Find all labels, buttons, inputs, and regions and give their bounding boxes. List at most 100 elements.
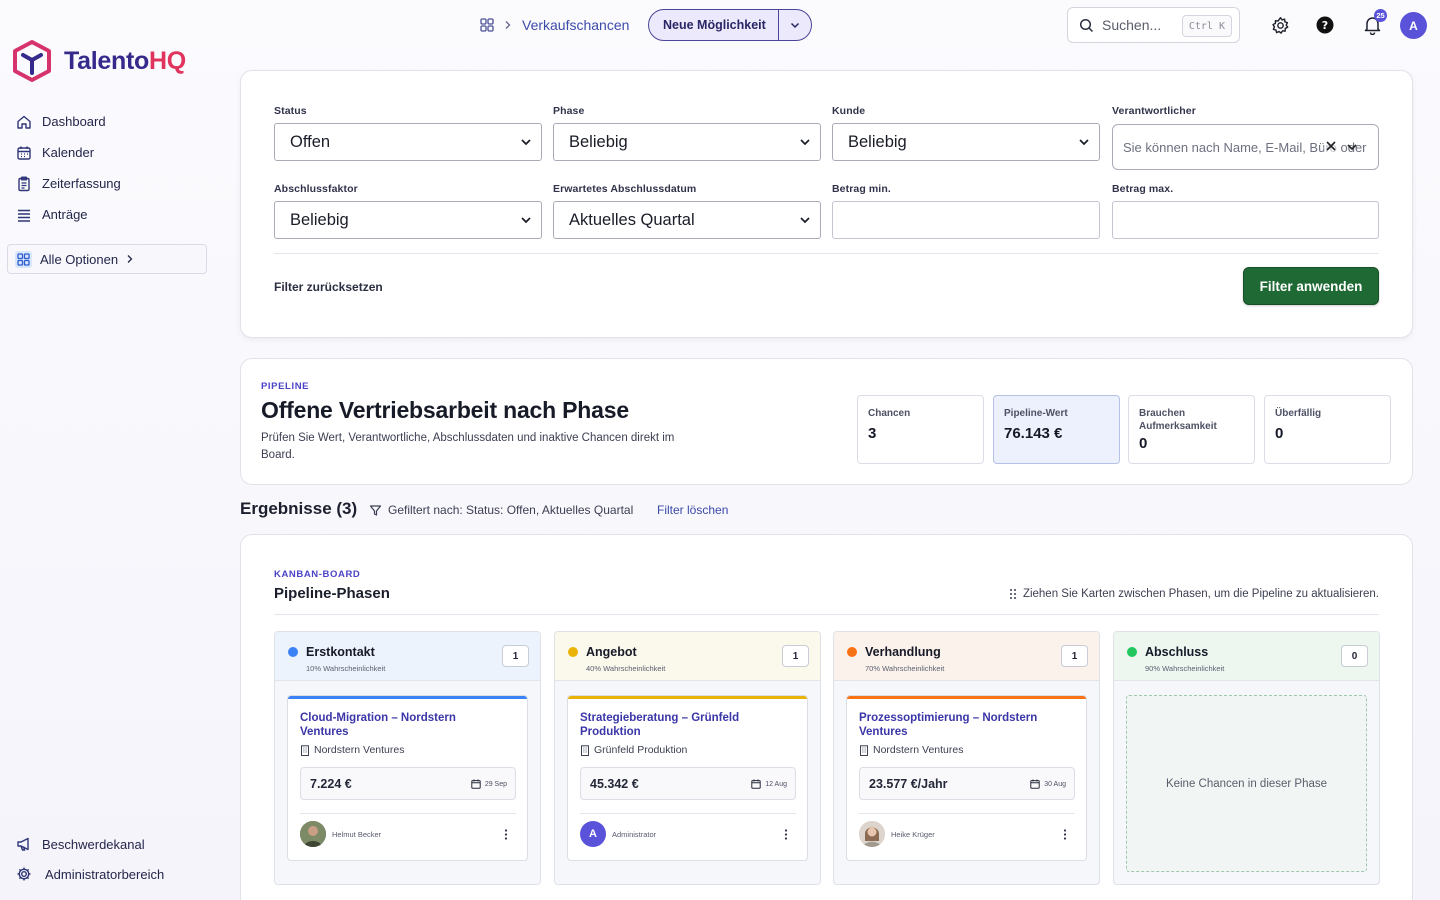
stat-pipeline-wert[interactable]: Pipeline-Wert 76.143 € — [993, 395, 1120, 464]
stat-brauchen-aufmerksamkeit[interactable]: Brauchen Aufmerksamkeit 0 — [1128, 395, 1255, 464]
kanban-column-angebot[interactable]: Angebot 40% Wahrscheinlichkeit 1 Strateg… — [554, 631, 821, 885]
apps-grid-icon[interactable] — [480, 18, 494, 32]
sidebar-item-administratorbereich[interactable]: Administratorbereich — [8, 859, 208, 889]
clear-icon[interactable] — [1324, 139, 1338, 153]
phase-dot — [568, 647, 578, 657]
column-probability: 10% Wahrscheinlichkeit — [306, 664, 386, 673]
search-icon — [1079, 18, 1094, 32]
owner-avatar — [859, 821, 885, 847]
verantwortlicher-label: Verantwortlicher — [1112, 105, 1196, 117]
filter-panel: Status Offen Phase Beliebig Kunde Belieb… — [240, 70, 1413, 338]
deal-owner: Heike Krüger — [859, 821, 935, 847]
empty-column-text: Keine Chancen in dieser Phase — [1165, 777, 1328, 790]
kanban-title: Pipeline-Phasen — [274, 585, 390, 602]
kanban-hint: Ziehen Sie Karten zwischen Phasen, um di… — [1009, 588, 1379, 600]
abschlussfaktor-select[interactable]: Beliebig — [274, 201, 542, 239]
phase-value: Beliebig — [569, 132, 628, 151]
deal-owner: A Administrator — [580, 821, 656, 847]
stat-chancen[interactable]: Chancen 3 — [857, 395, 984, 464]
sidebar-item-beschwerdekanal[interactable]: Beschwerdekanal — [8, 829, 208, 859]
column-count-badge: 0 — [1341, 645, 1368, 667]
deal-company-name: Nordstern Ventures — [314, 744, 405, 756]
sidebar-item-label: Administratorbereich — [45, 866, 165, 882]
calendar-icon — [1030, 779, 1040, 789]
sidebar-item-label: Zeiterfassung — [42, 176, 121, 191]
deal-title[interactable]: Prozessoptimierung – Nordstern Ventures — [859, 711, 1059, 739]
kanban-column-abschluss[interactable]: Abschluss 90% Wahrscheinlichkeit 0 Keine… — [1113, 631, 1380, 885]
help-icon: ? — [1316, 16, 1334, 34]
deal-amount: 23.577 €/Jahr — [869, 777, 948, 791]
divider — [580, 813, 796, 814]
deal-company: Nordstern Ventures — [300, 744, 404, 756]
sidebar-item-antraege[interactable]: Anträge — [8, 199, 208, 230]
clear-filters-link[interactable]: Filter löschen — [657, 503, 728, 517]
deal-date-text: 12 Aug — [765, 780, 787, 788]
sidebar-item-kalender[interactable]: Kalender — [8, 137, 208, 168]
deal-title[interactable]: Strategieberatung – Grünfeld Produktion — [580, 711, 780, 739]
user-avatar[interactable]: A — [1400, 12, 1427, 39]
status-select[interactable]: Offen — [274, 123, 542, 161]
pipeline-summary: PIPELINE Offene Vertriebsarbeit nach Pha… — [240, 358, 1413, 485]
deal-title[interactable]: Cloud-Migration – Nordstern Ventures — [300, 711, 500, 739]
deal-card[interactable]: Strategieberatung – Grünfeld Produktion … — [567, 695, 808, 861]
kanban-eyebrow: KANBAN-BOARD — [274, 569, 361, 580]
logo[interactable]: TalentoHQ — [12, 40, 186, 82]
building-icon — [301, 744, 309, 756]
sidebar-item-label: Beschwerdekanal — [42, 836, 145, 852]
phase-color-bar — [568, 696, 807, 699]
betrag-min-label: Betrag min. — [832, 183, 891, 195]
chevron-down-icon — [800, 139, 810, 146]
new-opportunity-button[interactable]: Neue Möglichkeit — [649, 10, 778, 40]
apply-filters-button[interactable]: Filter anwenden — [1243, 267, 1379, 305]
settings-button[interactable] — [1268, 13, 1292, 37]
pipeline-eyebrow: PIPELINE — [261, 381, 310, 392]
sidebar-item-zeiterfassung[interactable]: Zeiterfassung — [8, 168, 208, 199]
more-vertical-icon[interactable] — [1063, 829, 1067, 840]
deal-card[interactable]: Cloud-Migration – Nordstern Ventures Nor… — [287, 695, 528, 861]
sidebar-all-options[interactable]: Alle Optionen — [7, 244, 207, 274]
chevron-down-icon[interactable] — [1346, 142, 1358, 152]
deal-date-text: 30 Aug — [1044, 780, 1066, 788]
betrag-min-input[interactable] — [832, 201, 1100, 239]
kanban-column-verhandlung[interactable]: Verhandlung 70% Wahrscheinlichkeit 1 Pro… — [833, 631, 1100, 885]
drag-handle-icon — [1009, 589, 1016, 599]
phase-label: Phase — [553, 105, 585, 117]
building-icon — [581, 744, 589, 756]
verantwortlicher-multiselect[interactable]: Sie können nach Name, E-Mail, Büro oder — [1112, 124, 1379, 170]
new-opportunity-dropdown[interactable] — [777, 10, 811, 40]
breadcrumb-current[interactable]: Verkaufschancen — [522, 17, 629, 33]
stat-ueberfaellig[interactable]: Überfällig 0 — [1264, 395, 1391, 464]
logo-cube-icon — [13, 40, 51, 82]
calendar-icon — [751, 779, 761, 789]
divider — [859, 813, 1075, 814]
more-vertical-icon[interactable] — [784, 829, 788, 840]
more-vertical-icon[interactable] — [504, 829, 508, 840]
search-placeholder: Suchen... — [1102, 17, 1162, 33]
abschlussdatum-select[interactable]: Aktuelles Quartal — [553, 201, 821, 239]
column-header: Angebot 40% Wahrscheinlichkeit 1 — [555, 632, 820, 681]
betrag-max-input[interactable] — [1112, 201, 1379, 239]
column-count-badge: 1 — [1061, 645, 1088, 667]
status-value: Offen — [290, 132, 331, 151]
column-count-badge: 1 — [782, 645, 809, 667]
reset-filters-button[interactable]: Filter zurücksetzen — [274, 280, 383, 294]
kunde-select[interactable]: Beliebig — [832, 123, 1100, 161]
empty-column-dropzone[interactable]: Keine Chancen in dieser Phase — [1126, 695, 1367, 872]
phase-color-bar — [288, 696, 527, 699]
phase-select[interactable]: Beliebig — [553, 123, 821, 161]
kanban-column-erstkontakt[interactable]: Erstkontakt 10% Wahrscheinlichkeit 1 Clo… — [274, 631, 541, 885]
help-button[interactable]: ? — [1313, 13, 1337, 37]
chevron-down-icon — [1079, 139, 1089, 146]
page-title: Offene Vertriebsarbeit nach Phase — [261, 397, 629, 423]
all-options-label: Alle Optionen — [40, 251, 119, 267]
abschlussfaktor-label: Abschlussfaktor — [274, 183, 358, 195]
sidebar-item-dashboard[interactable]: Dashboard — [8, 106, 208, 137]
phase-dot — [288, 647, 298, 657]
deal-card[interactable]: Prozessoptimierung – Nordstern Ventures … — [846, 695, 1087, 861]
stat-label: Pipeline-Wert — [1004, 408, 1068, 419]
column-header: Verhandlung 70% Wahrscheinlichkeit 1 — [834, 632, 1099, 681]
grid-icon — [15, 250, 32, 268]
kanban-board: KANBAN-BOARD Pipeline-Phasen Ziehen Sie … — [240, 534, 1413, 900]
stat-value: 0 — [1275, 425, 1284, 442]
search-input[interactable]: Suchen... Ctrl K — [1067, 7, 1240, 43]
